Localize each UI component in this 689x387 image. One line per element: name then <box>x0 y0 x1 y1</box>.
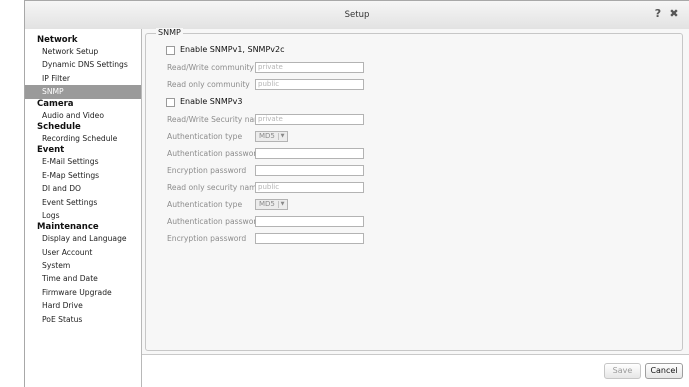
help-icon[interactable]: ? <box>652 8 664 20</box>
rw-auth-password-input[interactable] <box>255 148 364 159</box>
chevron-down-icon: ▼ <box>278 133 286 140</box>
ro-encryption-password-input[interactable] <box>255 233 364 244</box>
rw-auth-type-select[interactable]: MD5 ▼ <box>255 131 288 142</box>
enable-snmpv3-label: Enable SNMPv3 <box>180 97 243 106</box>
ro-community-input[interactable]: public <box>255 79 364 90</box>
rw-community-label: Read/Write community <box>167 63 254 72</box>
save-button[interactable]: Save <box>604 363 641 379</box>
sidebar-item-display-and-language[interactable]: Display and Language <box>25 232 141 245</box>
snmp-panel: SNMP Enable SNMPv1, SNMPv2c Read/Write c… <box>145 28 683 351</box>
sidebar-item-email-settings[interactable]: E-Mail Settings <box>25 155 141 168</box>
ro-auth-password-input[interactable] <box>255 216 364 227</box>
sidebar-item-poe-status[interactable]: PoE Status <box>25 313 141 326</box>
sidebar-item-logs[interactable]: Logs <box>25 209 141 222</box>
sidebar-item-user-account[interactable]: User Account <box>25 246 141 259</box>
enable-snmpv1v2-checkbox[interactable] <box>166 46 175 55</box>
ro-auth-type-select[interactable]: MD5 ▼ <box>255 199 288 210</box>
setup-window: Setup ? ✖ Network Network Setup Dynamic … <box>24 0 689 387</box>
sidebar-item-time-and-date[interactable]: Time and Date <box>25 272 141 285</box>
nav-group-event: Event <box>37 145 65 156</box>
sidebar-item-recording-schedule[interactable]: Recording Schedule <box>25 132 141 145</box>
rw-security-name-label: Read/Write Security name <box>167 115 267 124</box>
footer-bar: Save Cancel <box>142 354 689 387</box>
sidebar-item-ip-filter[interactable]: IP Filter <box>25 72 141 85</box>
rw-auth-type-value: MD5 <box>259 132 275 140</box>
sidebar-item-hard-drive[interactable]: Hard Drive <box>25 299 141 312</box>
sidebar-item-snmp[interactable]: SNMP <box>25 85 141 99</box>
nav-group-schedule: Schedule <box>37 121 81 132</box>
sidebar-item-firmware-upgrade[interactable]: Firmware Upgrade <box>25 286 141 299</box>
nav-group-network: Network <box>37 35 78 45</box>
ro-encryption-password-label: Encryption password <box>167 234 247 243</box>
cancel-button[interactable]: Cancel <box>645 363 683 379</box>
ro-auth-type-value: MD5 <box>259 200 275 208</box>
rw-encryption-password-input[interactable] <box>255 165 364 176</box>
sidebar-item-dynamic-dns-settings[interactable]: Dynamic DNS Settings <box>25 58 141 71</box>
window-title: Setup <box>344 10 370 20</box>
close-icon[interactable]: ✖ <box>668 8 680 20</box>
sidebar-item-system[interactable]: System <box>25 259 141 272</box>
title-bar: Setup ? ✖ <box>25 1 689 30</box>
ro-security-name-input[interactable]: public <box>255 182 364 193</box>
ro-auth-type-label: Authentication type <box>167 200 243 209</box>
ro-auth-password-label: Authentication password <box>167 217 262 226</box>
sidebar-item-emap-settings[interactable]: E-Map Settings <box>25 169 141 182</box>
sidebar-nav: Network Network Setup Dynamic DNS Settin… <box>25 29 142 387</box>
panel-legend: SNMP <box>156 28 183 37</box>
sidebar-item-network-setup[interactable]: Network Setup <box>25 45 141 58</box>
sidebar-item-audio-and-video[interactable]: Audio and Video <box>25 109 141 122</box>
rw-encryption-password-label: Encryption password <box>167 166 247 175</box>
ro-community-label: Read only community <box>167 80 250 89</box>
content-area: SNMP Enable SNMPv1, SNMPv2c Read/Write c… <box>142 28 689 387</box>
chevron-down-icon: ▼ <box>278 201 286 208</box>
nav-group-camera: Camera <box>37 98 74 109</box>
rw-auth-type-label: Authentication type <box>167 132 243 141</box>
ro-security-name-label: Read only security name <box>167 183 262 192</box>
nav-group-maintenance: Maintenance <box>37 222 99 233</box>
sidebar-item-di-and-do[interactable]: DI and DO <box>25 182 141 195</box>
rw-auth-password-label: Authentication password <box>167 149 262 158</box>
rw-security-name-input[interactable]: private <box>255 114 364 125</box>
enable-snmpv3-checkbox[interactable] <box>166 98 175 107</box>
sidebar-item-event-settings[interactable]: Event Settings <box>25 196 141 209</box>
rw-community-input[interactable]: private <box>255 62 364 73</box>
enable-snmpv1v2-label: Enable SNMPv1, SNMPv2c <box>180 45 285 54</box>
